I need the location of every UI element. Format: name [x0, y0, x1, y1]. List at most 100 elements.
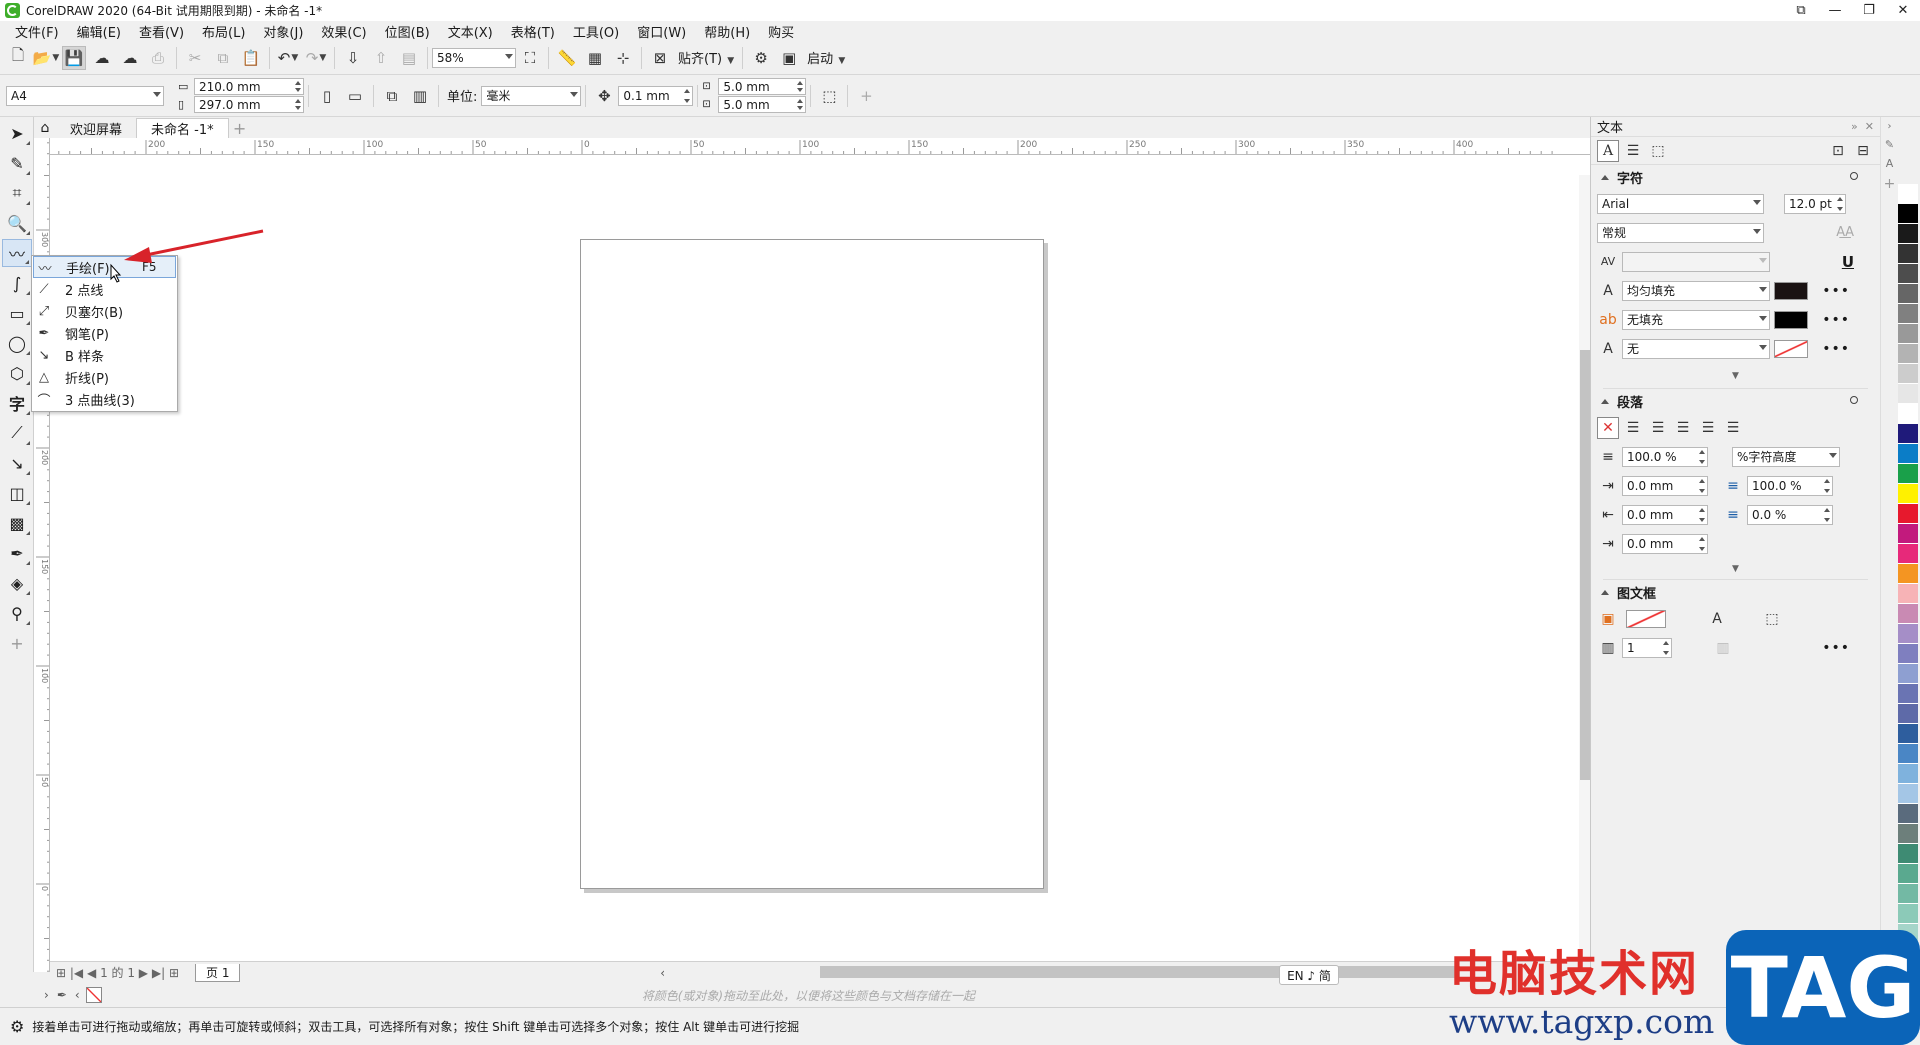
underline-icon[interactable]: U: [1842, 253, 1854, 271]
palette-swatch[interactable]: [1898, 804, 1918, 824]
interactive-fill-tool-icon[interactable]: ◈: [2, 569, 32, 597]
polygon-tool-icon[interactable]: ⬡: [2, 359, 32, 387]
palette-swatch[interactable]: [1898, 484, 1918, 504]
palette-swatch[interactable]: [1898, 684, 1918, 704]
duplicate-x-input[interactable]: 5.0 mm: [718, 78, 807, 95]
palette-swatch[interactable]: [1898, 664, 1918, 684]
menu-edit[interactable]: 编辑(E): [68, 22, 130, 41]
palette-swatch[interactable]: [1898, 184, 1918, 204]
character-tab-icon[interactable]: A: [1597, 139, 1619, 162]
outline-color-swatch[interactable]: [1774, 339, 1808, 358]
first-line-indent-input[interactable]: 0.0 mm: [1622, 475, 1708, 496]
unit-select[interactable]: 毫米: [481, 85, 582, 106]
columns-input[interactable]: 1: [1622, 637, 1672, 658]
text-tool-icon[interactable]: 字: [2, 389, 32, 417]
full-screen-preview-icon[interactable]: ⛶: [518, 46, 542, 70]
expand-paragraph-icon[interactable]: ▼: [1603, 558, 1868, 580]
flyout-item-3-point-curve[interactable]: ⌒ 3 点曲线(3): [33, 388, 176, 410]
restore-down-icon[interactable]: ⧉: [1784, 0, 1818, 21]
left-indent-input[interactable]: 0.0 mm: [1622, 504, 1708, 525]
menu-buy[interactable]: 购买: [759, 22, 803, 41]
palette-swatch[interactable]: [1898, 644, 1918, 664]
print-icon[interactable]: ⎙: [146, 46, 170, 70]
redo-icon[interactable]: ↷ ▼: [304, 46, 328, 70]
menu-help[interactable]: 帮助(H): [695, 22, 759, 41]
prev-page-icon[interactable]: ◀: [87, 966, 96, 980]
palette-swatch[interactable]: [1898, 344, 1918, 364]
crop-tool-icon[interactable]: ⌗: [2, 179, 32, 207]
import-icon[interactable]: ⇩: [341, 46, 365, 70]
tab-welcome-screen[interactable]: 欢迎屏幕: [56, 118, 136, 138]
palette-swatch[interactable]: [1898, 524, 1918, 544]
palette-swatch[interactable]: [1898, 244, 1918, 264]
flyout-item-bezier[interactable]: ⤢ 贝塞尔(B): [33, 300, 176, 322]
column-settings-icon[interactable]: ▥: [1712, 637, 1734, 659]
smart-fill-tool-icon[interactable]: ⚲: [2, 599, 32, 627]
duplicate-y-input[interactable]: 5.0 mm: [718, 96, 807, 113]
font-size-adjust-icon[interactable]: A͟A: [1836, 225, 1854, 240]
paragraph-section[interactable]: 段落: [1591, 389, 1880, 413]
page-tab-1[interactable]: 页 1: [195, 963, 241, 982]
expand-icon[interactable]: ›: [44, 988, 49, 1002]
page-width-input[interactable]: 210.0 mm: [194, 78, 304, 95]
text-fill-color-swatch[interactable]: [1774, 281, 1808, 300]
flyout-item-2-point-line[interactable]: ⟋ 2 点线: [33, 278, 176, 300]
palette-swatch[interactable]: [1898, 844, 1918, 864]
add-icon[interactable]: +: [854, 84, 878, 108]
add-page-after-icon[interactable]: ⊞: [169, 966, 179, 980]
maximize-button[interactable]: ❐: [1852, 0, 1886, 21]
expand-character-icon[interactable]: ▼: [1603, 363, 1868, 389]
cloud-share-icon[interactable]: ☁: [118, 46, 142, 70]
save-icon[interactable]: 💾: [62, 45, 86, 70]
connector-tool-icon[interactable]: ↘: [2, 449, 32, 477]
frame-color-swatch[interactable]: [1626, 609, 1666, 628]
snap-off-icon[interactable]: ⊠: [648, 46, 672, 70]
line-spacing-unit-select[interactable]: %字符高度: [1732, 446, 1840, 467]
menu-tools[interactable]: 工具(O): [564, 22, 628, 41]
eyedropper-icon[interactable]: ✒: [57, 988, 67, 1002]
frame-text-icon[interactable]: A: [1706, 608, 1728, 630]
kerning-input[interactable]: [1622, 251, 1770, 272]
outline-more-icon[interactable]: •••: [1822, 341, 1850, 357]
menu-layout[interactable]: 布局(L): [193, 22, 254, 41]
menu-text[interactable]: 文本(X): [439, 22, 502, 41]
strip-arrow-icon[interactable]: ›: [1881, 121, 1898, 132]
palette-swatch[interactable]: [1898, 304, 1918, 324]
palette-swatch[interactable]: [1898, 224, 1918, 244]
flyout-item-freehand[interactable]: 〰手绘(F) F5: [33, 256, 176, 278]
undo-icon[interactable]: ↶ ▼: [276, 46, 300, 70]
new-tab-icon[interactable]: +: [229, 118, 251, 138]
show-guidelines-icon[interactable]: ⊹: [611, 46, 635, 70]
justify-icon[interactable]: ☰: [1697, 417, 1719, 439]
application-launcher-icon[interactable]: ▣: [777, 46, 801, 70]
landscape-icon[interactable]: ▭: [343, 84, 367, 108]
menu-window[interactable]: 窗口(W): [628, 22, 695, 41]
palette-swatch[interactable]: [1898, 204, 1918, 224]
frame-fit-icon[interactable]: ⬚: [1761, 608, 1783, 630]
palette-swatch[interactable]: [1898, 284, 1918, 304]
minimize-button[interactable]: —: [1818, 0, 1852, 21]
palette-swatch[interactable]: [1898, 904, 1918, 924]
font-size-input[interactable]: 12.0 pt: [1784, 193, 1846, 214]
document-page[interactable]: [580, 239, 1044, 889]
paragraph-tab-icon[interactable]: ☰: [1622, 140, 1644, 162]
add-tool-icon[interactable]: +: [2, 629, 32, 657]
frame-more-icon[interactable]: •••: [1822, 640, 1850, 656]
palette-swatch[interactable]: [1898, 704, 1918, 724]
frame-tab-icon[interactable]: ⬚: [1647, 140, 1669, 162]
collapse-icon[interactable]: ‹: [75, 988, 80, 1002]
background-fill-color-swatch[interactable]: [1774, 310, 1808, 329]
export-icon[interactable]: ⇧: [369, 46, 393, 70]
section-options-icon[interactable]: [1850, 172, 1858, 180]
close-button[interactable]: ✕: [1886, 0, 1920, 21]
settings-gear-icon[interactable]: ⚙: [10, 1017, 24, 1036]
palette-swatch[interactable]: [1898, 324, 1918, 344]
drop-shadow-tool-icon[interactable]: ◫: [2, 479, 32, 507]
palette-swatch[interactable]: [1898, 384, 1918, 404]
menu-effects[interactable]: 效果(C): [312, 22, 375, 41]
tab-document[interactable]: 未命名 -1*: [136, 118, 229, 138]
palette-swatch[interactable]: [1898, 824, 1918, 844]
color-palette[interactable]: [1898, 184, 1918, 944]
paste-icon[interactable]: 📋: [239, 46, 263, 70]
palette-swatch[interactable]: [1898, 864, 1918, 884]
